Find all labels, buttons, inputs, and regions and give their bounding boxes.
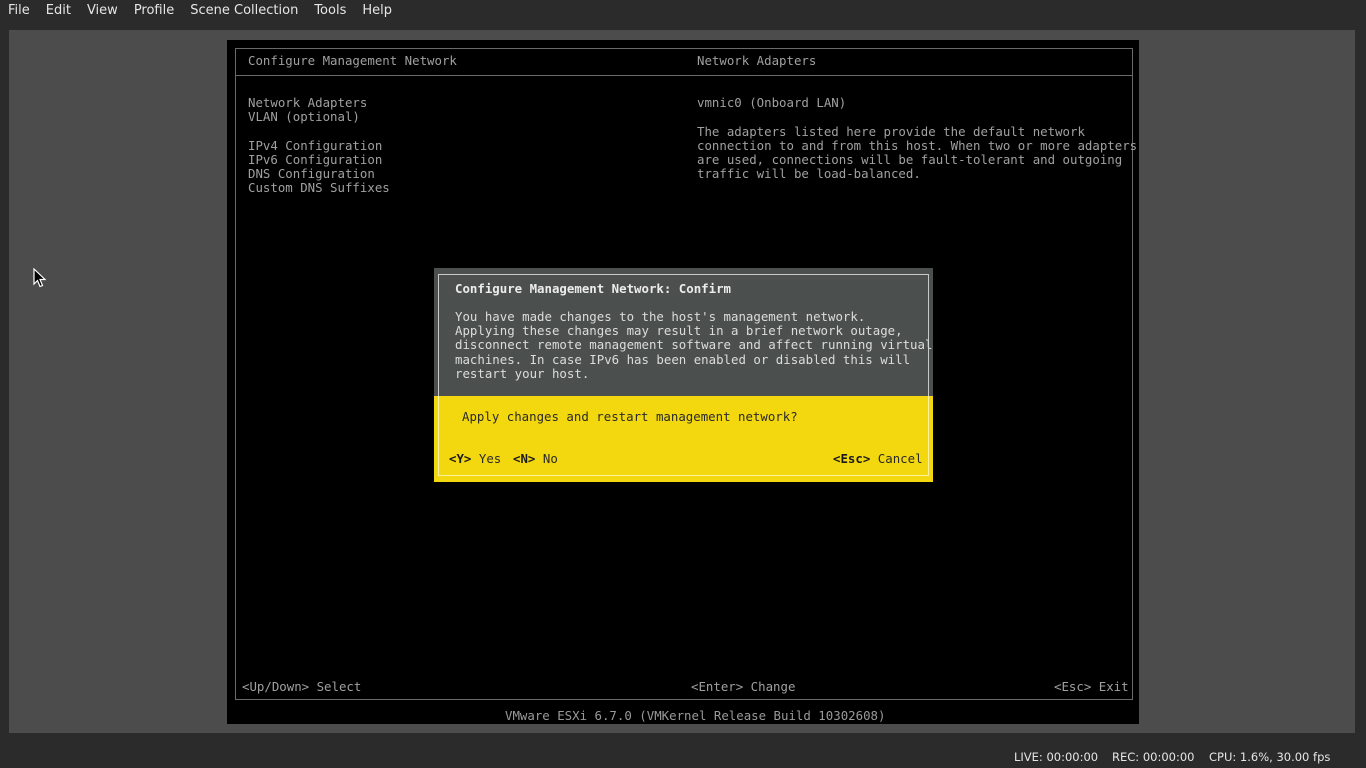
left-panel-title: Configure Management Network	[248, 53, 457, 68]
dialog-body-line-3: disconnect remote management software an…	[455, 337, 933, 352]
no-label: No	[542, 451, 558, 466]
menu-view[interactable]: View	[79, 0, 126, 22]
live-timer: LIVE: 00:00:00	[1014, 750, 1099, 764]
footer-select-hint: <Up/Down> Select	[242, 679, 362, 694]
no-key: <N>	[513, 451, 536, 466]
cancel-option[interactable]: <Esc> Cancel	[833, 451, 923, 466]
version-bar: VMware ESXi 6.7.0 (VMKernel Release Buil…	[505, 708, 886, 723]
nav-custom-dns-suffixes[interactable]: Custom DNS Suffixes	[248, 180, 390, 195]
footer-exit-hint: <Esc> Exit	[1054, 679, 1129, 694]
status-bar: LIVE: 00:00:00 REC: 00:00:00 CPU: 1.6%, …	[0, 745, 1366, 768]
right-panel-title: Network Adapters	[697, 53, 817, 68]
menu-file[interactable]: File	[0, 0, 38, 22]
description-line-4: traffic will be load-balanced.	[697, 166, 921, 181]
cancel-key: <Esc>	[833, 451, 871, 466]
cpu-fps: CPU: 1.6%, 30.00 fps	[1209, 750, 1331, 764]
adapter-name: vmnic0 (Onboard LAN)	[697, 95, 847, 110]
menu-edit[interactable]: Edit	[38, 0, 79, 22]
cancel-label: Cancel	[877, 451, 923, 466]
mouse-cursor-icon	[33, 268, 47, 288]
dialog-body-line-5: restart your host.	[455, 366, 590, 381]
no-option[interactable]: <N> No	[513, 451, 558, 466]
menu-help[interactable]: Help	[354, 0, 400, 22]
yes-option[interactable]: <Y> Yes	[449, 451, 502, 466]
rec-timer: REC: 00:00:00	[1112, 750, 1195, 764]
menu-bar: File Edit View Profile Scene Collection …	[0, 0, 1366, 22]
menu-tools[interactable]: Tools	[306, 0, 354, 22]
footer-change-hint: <Enter> Change	[691, 679, 796, 694]
menu-scene-collection[interactable]: Scene Collection	[182, 0, 306, 22]
dialog-title: Configure Management Network: Confirm	[455, 281, 732, 296]
header-divider	[235, 75, 1133, 76]
yes-key: <Y>	[449, 451, 472, 466]
menu-profile[interactable]: Profile	[126, 0, 182, 22]
yes-label: Yes	[478, 451, 502, 466]
nav-vlan[interactable]: VLAN (optional)	[248, 109, 360, 124]
dialog-question: Apply changes and restart management net…	[462, 409, 798, 424]
